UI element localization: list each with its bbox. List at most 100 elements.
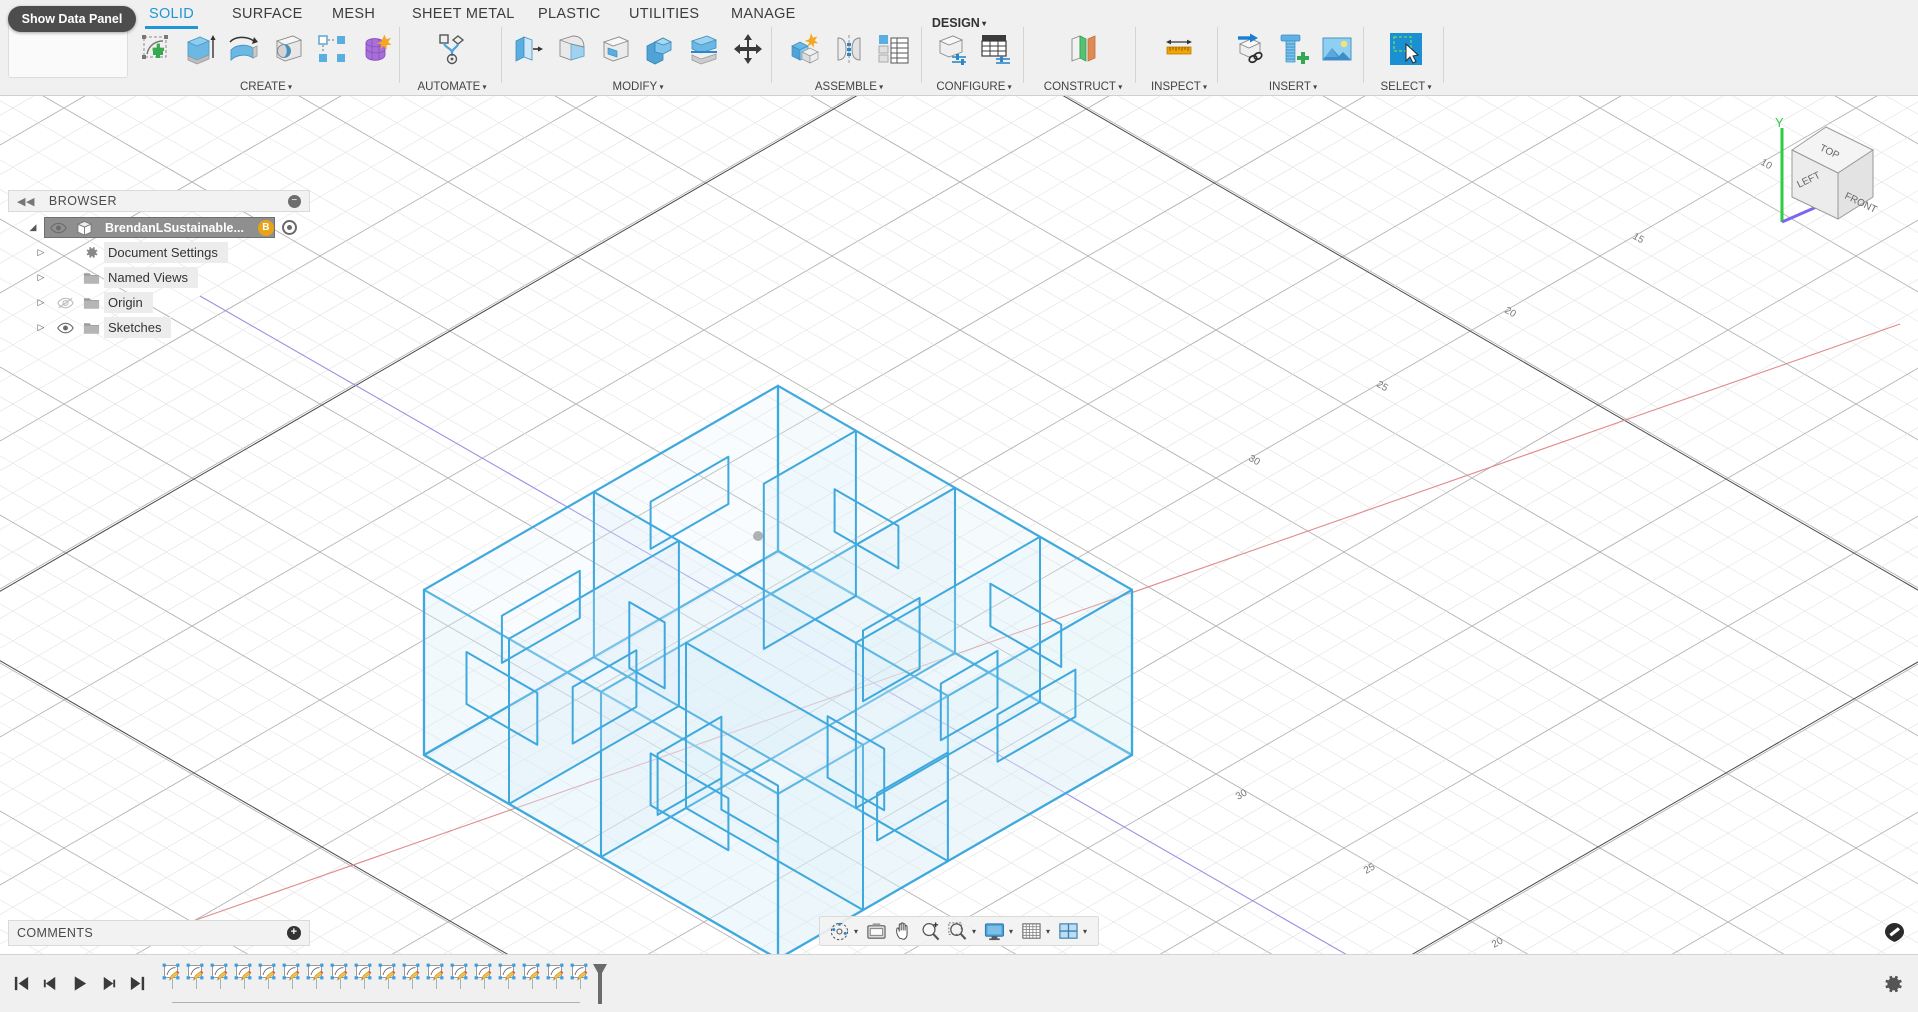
timeline-feature-sketch[interactable] xyxy=(424,962,448,992)
measure-icon[interactable] xyxy=(1157,26,1201,72)
timeline-feature-sketch[interactable] xyxy=(208,962,232,992)
timeline-end-marker[interactable] xyxy=(592,962,608,1004)
browser-root-document[interactable]: ◢ BrendanLSustainable... B xyxy=(8,216,310,239)
collapse-arrow-icon[interactable]: ▷ xyxy=(30,247,52,258)
timeline-feature-sketch[interactable] xyxy=(304,962,328,992)
ribbon-panel-label-create[interactable]: CREATE ▾ xyxy=(132,81,400,93)
browser-item-document-settings[interactable]: ▷ Document Settings xyxy=(8,241,310,264)
timeline-feature-sketch[interactable] xyxy=(472,962,496,992)
collapse-arrow-icon[interactable]: ▷ xyxy=(30,322,52,333)
move-copy-icon[interactable] xyxy=(726,26,770,72)
timeline-feature-sketch[interactable] xyxy=(496,962,520,992)
timeline-feature-sketch[interactable] xyxy=(160,962,184,992)
expand-arrow-icon[interactable]: ◢ xyxy=(22,222,44,233)
insert-mcmaster-icon[interactable] xyxy=(1271,26,1315,72)
insert-derive-icon[interactable] xyxy=(1227,26,1271,72)
timeline-step-back[interactable] xyxy=(37,970,63,998)
timeline-feature-sketch[interactable] xyxy=(280,962,304,992)
svg-text:15: 15 xyxy=(1631,231,1647,246)
eye-visible-icon[interactable] xyxy=(52,322,78,334)
ribbon-panel-label-configure[interactable]: CONFIGURE ▾ xyxy=(924,81,1024,93)
timeline-feature-sketch[interactable] xyxy=(400,962,424,992)
viewports-icon[interactable] xyxy=(1055,918,1082,944)
timeline-feature-sketch[interactable] xyxy=(568,962,592,992)
building-model[interactable] xyxy=(422,384,1134,954)
comments-panel[interactable]: COMMENTS + xyxy=(8,920,310,946)
timeline-play[interactable] xyxy=(66,970,92,998)
browser-minimize-icon[interactable]: − xyxy=(288,194,301,208)
ribbon-panel-label-modify[interactable]: MODIFY ▾ xyxy=(504,81,772,93)
panel-label-text: INSPECT xyxy=(1150,81,1201,93)
collapse-arrow-icon[interactable]: ▷ xyxy=(30,297,52,308)
insert-canvas-icon[interactable] xyxy=(1315,26,1359,72)
browser-item-origin[interactable]: ▷ Origin xyxy=(8,291,310,314)
browser-item-sketches[interactable]: ▷ Sketches xyxy=(8,316,310,339)
timeline-go-to-beginning[interactable] xyxy=(8,970,34,998)
ribbon-panel-label-assemble[interactable]: ASSEMBLE ▾ xyxy=(776,81,922,93)
chevron-down-icon[interactable]: ▾ xyxy=(971,927,981,936)
orbit-icon[interactable] xyxy=(826,918,853,944)
eye-visible-icon[interactable] xyxy=(45,222,71,234)
document-badge[interactable]: B xyxy=(257,219,274,236)
combine-icon[interactable] xyxy=(638,26,682,72)
create-configuration-icon[interactable] xyxy=(930,26,974,72)
select-tool-icon[interactable] xyxy=(1384,26,1428,72)
timeline-feature-sketch[interactable] xyxy=(520,962,544,992)
timeline-feature-sketch[interactable] xyxy=(544,962,568,992)
press-pull-icon[interactable] xyxy=(506,26,550,72)
joint-icon[interactable] xyxy=(827,26,871,72)
sweep-icon[interactable] xyxy=(266,26,310,72)
ribbon-panel-label-automate[interactable]: AUTOMATE ▾ xyxy=(402,81,502,93)
pattern-icon[interactable] xyxy=(310,26,354,72)
timeline-feature-sketch[interactable] xyxy=(376,962,400,992)
timeline-feature-sketch[interactable] xyxy=(232,962,256,992)
timeline-feature-sketch[interactable] xyxy=(328,962,352,992)
marking-menu-icon[interactable] xyxy=(1885,923,1904,942)
component-activate-icon[interactable] xyxy=(281,220,297,235)
pan-icon[interactable] xyxy=(890,918,917,944)
view-cube[interactable]: Y Z TOP LEFT FRONT xyxy=(1756,114,1906,244)
configuration-table-icon[interactable] xyxy=(974,26,1018,72)
panel-divider xyxy=(501,27,502,83)
collapse-left-icon[interactable]: ◀◀ xyxy=(17,195,35,208)
gear-icon[interactable] xyxy=(1882,973,1904,995)
grid-snaps-icon[interactable] xyxy=(1018,918,1045,944)
timeline-go-to-end[interactable] xyxy=(124,970,150,998)
display-settings-icon[interactable] xyxy=(981,918,1008,944)
timeline-bar xyxy=(0,954,1918,1012)
eye-hidden-icon[interactable] xyxy=(52,297,78,309)
viewport[interactable]: 3025201510530252015105 Y Z TOP LEFT FRON… xyxy=(0,96,1918,954)
offset-plane-icon[interactable] xyxy=(1061,26,1105,72)
timeline-feature-sketch[interactable] xyxy=(256,962,280,992)
zoom-window-icon[interactable] xyxy=(944,918,971,944)
fillet-icon[interactable] xyxy=(550,26,594,72)
chevron-down-icon[interactable]: ▾ xyxy=(1045,927,1055,936)
add-comment-button[interactable]: + xyxy=(287,926,301,940)
timeline-feature-sketch[interactable] xyxy=(448,962,472,992)
timeline-step-forward[interactable] xyxy=(95,970,121,998)
create-sketch-icon[interactable] xyxy=(134,26,178,72)
timeline-feature-sketch[interactable] xyxy=(184,962,208,992)
revolve-icon[interactable] xyxy=(222,26,266,72)
form-icon[interactable] xyxy=(354,26,398,72)
bill-of-materials-icon[interactable] xyxy=(871,26,915,72)
new-component-icon[interactable] xyxy=(783,26,827,72)
look-at-icon[interactable] xyxy=(863,918,890,944)
ribbon-panel-label-construct[interactable]: CONSTRUCT ▾ xyxy=(1030,81,1136,93)
shell-icon[interactable] xyxy=(594,26,638,72)
collapse-arrow-icon[interactable]: ▷ xyxy=(30,272,52,283)
chevron-down-icon[interactable]: ▾ xyxy=(1082,927,1092,936)
ribbon-panel-label-inspect[interactable]: INSPECT ▾ xyxy=(1140,81,1218,93)
ribbon-panel-label-select[interactable]: SELECT ▾ xyxy=(1368,81,1444,93)
timeline-feature-sketch[interactable] xyxy=(352,962,376,992)
ribbon-panel-label-insert[interactable]: INSERT ▾ xyxy=(1222,81,1364,93)
split-face-icon[interactable] xyxy=(682,26,726,72)
zoom-icon[interactable] xyxy=(917,918,944,944)
extrude-icon[interactable] xyxy=(178,26,222,72)
browser-item-named-views[interactable]: ▷ Named Views xyxy=(8,266,310,289)
chevron-down-icon[interactable]: ▾ xyxy=(853,927,863,936)
automate-generative-design-icon[interactable] xyxy=(430,26,474,72)
chevron-down-icon[interactable]: ▾ xyxy=(1008,927,1018,936)
show-data-panel-button[interactable]: Show Data Panel xyxy=(8,6,136,32)
chevron-down-icon: ▾ xyxy=(876,82,884,92)
